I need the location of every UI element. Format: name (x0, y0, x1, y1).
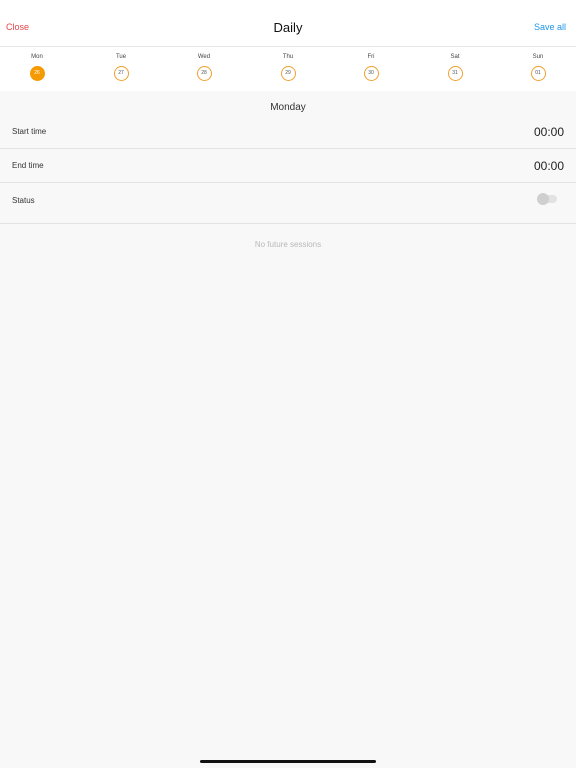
start-time-row[interactable]: Start time 00:00 (0, 115, 576, 149)
day-wed[interactable]: Wed 28 (184, 47, 224, 81)
end-time-value[interactable]: 00:00 (534, 159, 564, 173)
save-all-button[interactable]: Save all (534, 22, 566, 32)
day-label: Wed (197, 54, 211, 60)
status-toggle[interactable] (537, 193, 557, 205)
week-strip: Mon 26 Tue 27 Wed 28 Thu 29 Fri 30 Sat 3… (0, 47, 576, 91)
start-time-value[interactable]: 00:00 (534, 125, 564, 139)
day-mon[interactable]: Mon 26 (17, 47, 57, 81)
day-date[interactable]: 01 (530, 66, 546, 81)
status-row: Status (0, 183, 576, 224)
header: Close Daily Save all (0, 0, 576, 47)
day-thu[interactable]: Thu 29 (268, 47, 308, 81)
empty-sessions-note: No future sessions (254, 240, 322, 249)
day-label: Sat (450, 54, 460, 60)
day-label: Sun (532, 54, 544, 60)
day-date[interactable]: 31 (447, 66, 463, 81)
end-time-label: End time (12, 161, 44, 170)
day-sat[interactable]: Sat 31 (435, 47, 475, 81)
day-label: Fri (367, 54, 375, 60)
day-date[interactable]: 30 (363, 66, 379, 81)
day-label: Tue (115, 54, 127, 60)
day-tue[interactable]: Tue 27 (101, 47, 141, 81)
day-label: Mon (31, 54, 43, 60)
selected-day-heading: Monday (270, 102, 306, 113)
day-fri[interactable]: Fri 30 (351, 47, 391, 81)
day-sun[interactable]: Sun 01 (518, 47, 558, 81)
day-date[interactable]: 26 (29, 66, 45, 81)
home-indicator (200, 760, 376, 763)
day-label: Thu (282, 54, 294, 60)
toggle-knob (537, 193, 549, 205)
day-date[interactable]: 29 (280, 66, 296, 81)
day-date[interactable]: 28 (196, 66, 212, 81)
end-time-row[interactable]: End time 00:00 (0, 149, 576, 183)
day-date[interactable]: 27 (113, 66, 129, 81)
page-title: Daily (273, 20, 303, 35)
start-time-label: Start time (12, 127, 47, 136)
status-label: Status (12, 196, 35, 205)
